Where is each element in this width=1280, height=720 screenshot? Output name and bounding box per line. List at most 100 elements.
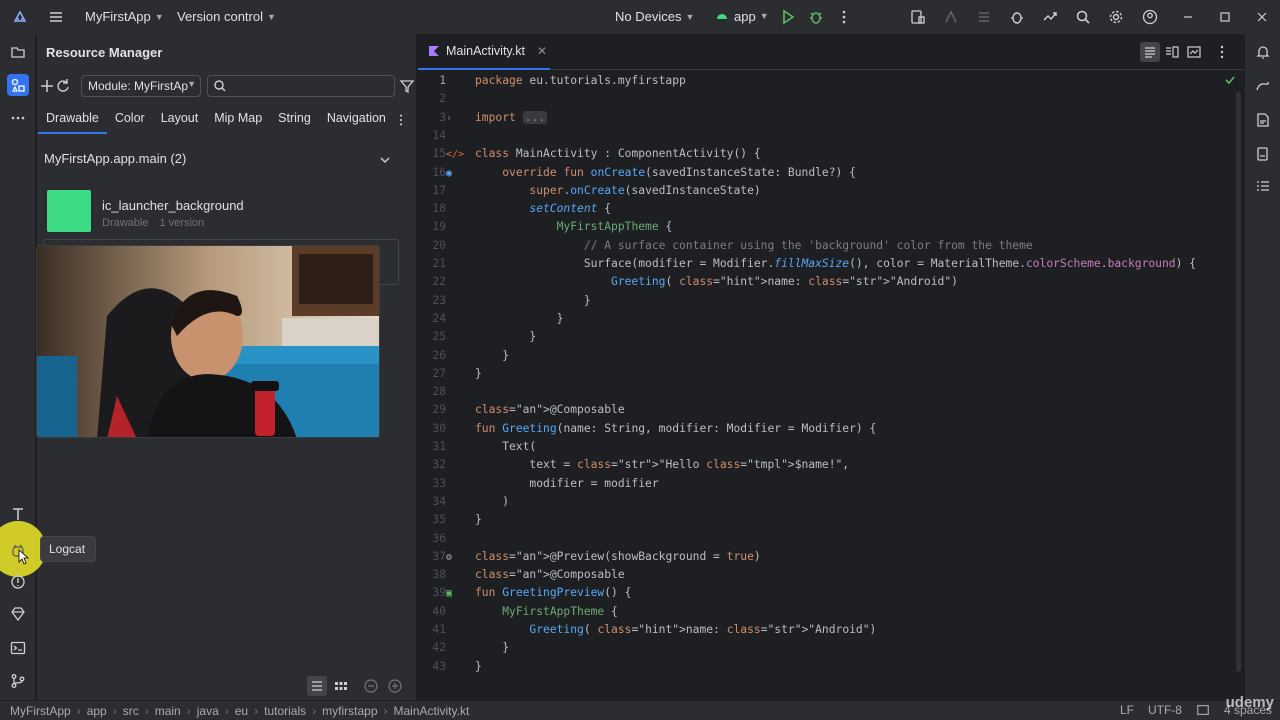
code-line[interactable]: 38 class="an">@Composable bbox=[418, 566, 1244, 584]
gutter-marker[interactable]: </> bbox=[446, 145, 466, 163]
breadcrumb-item[interactable]: tutorials bbox=[260, 704, 310, 718]
project-selector[interactable]: MyFirstApp ▼ bbox=[85, 9, 164, 24]
code-area[interactable]: 1 package eu.tutorials.myfirstapp 2 3 › impor… bbox=[418, 70, 1244, 700]
running-devices-icon[interactable] bbox=[1253, 144, 1273, 164]
debug-icon[interactable] bbox=[806, 7, 826, 27]
grid-view-icon[interactable] bbox=[331, 676, 351, 696]
code-line[interactable]: 28 bbox=[418, 383, 1244, 401]
code-line[interactable]: 14 bbox=[418, 127, 1244, 145]
code-line[interactable]: 2 bbox=[418, 90, 1244, 108]
run-icon[interactable] bbox=[778, 7, 798, 27]
vcs-selector[interactable]: Version control ▼ bbox=[177, 9, 276, 24]
device-manager-icon[interactable] bbox=[908, 7, 928, 27]
tab-string[interactable]: String bbox=[270, 106, 319, 134]
breadcrumb-item[interactable]: MainActivity.kt bbox=[390, 704, 474, 718]
breadcrumb-item[interactable]: src bbox=[119, 704, 143, 718]
code-line[interactable]: 31 Text( bbox=[418, 438, 1244, 456]
version-control-icon[interactable] bbox=[8, 671, 28, 691]
gutter-marker[interactable]: ◉ bbox=[446, 164, 466, 182]
tab-navigation[interactable]: Navigation bbox=[319, 106, 394, 134]
tab-mip-map[interactable]: Mip Map bbox=[206, 106, 270, 134]
breadcrumb-item[interactable]: app bbox=[83, 704, 111, 718]
code-line[interactable]: 23 } bbox=[418, 292, 1244, 310]
more-tools-icon[interactable] bbox=[8, 108, 28, 128]
device-file-explorer-icon[interactable] bbox=[1253, 110, 1273, 130]
code-line[interactable]: 30 fun Greeting(name: String, modifier: M… bbox=[418, 420, 1244, 438]
module-select[interactable]: Module: MyFirstAp ▼ bbox=[81, 75, 201, 97]
read-only-lock-icon[interactable] bbox=[1196, 703, 1210, 717]
breadcrumb-item[interactable]: eu bbox=[231, 704, 252, 718]
code-line[interactable]: 15 </> class MainActivity : ComponentActiv… bbox=[418, 145, 1244, 163]
code-line[interactable]: 40 MyFirstAppTheme { bbox=[418, 603, 1244, 621]
code-line[interactable]: 33 modifier = modifier bbox=[418, 475, 1244, 493]
code-line[interactable]: 27} bbox=[418, 365, 1244, 383]
gutter-marker[interactable]: › bbox=[446, 109, 466, 127]
code-line[interactable]: 41 Greeting( class="hint">name: class="s… bbox=[418, 621, 1244, 639]
notifications-bell-icon[interactable] bbox=[1253, 42, 1273, 62]
code-line[interactable]: 17 super.onCreate(savedInstanceState) bbox=[418, 182, 1244, 200]
code-view-icon[interactable] bbox=[1140, 42, 1160, 62]
close-icon[interactable] bbox=[1252, 7, 1272, 27]
code-line[interactable]: 36 bbox=[418, 530, 1244, 548]
app-quality-insights-icon[interactable] bbox=[8, 604, 28, 624]
close-tab-icon[interactable]: ✕ bbox=[537, 44, 547, 58]
filter-icon[interactable] bbox=[397, 76, 417, 96]
sync-project-icon[interactable] bbox=[1040, 7, 1060, 27]
code-line[interactable]: 18 setContent { bbox=[418, 200, 1244, 218]
apply-changes-icon[interactable] bbox=[941, 7, 961, 27]
code-line[interactable]: 21 Surface(modifier = Modifier.fillMaxSi… bbox=[418, 255, 1244, 273]
code-line[interactable]: 43} bbox=[418, 658, 1244, 676]
tab-color[interactable]: Color bbox=[107, 106, 153, 134]
code-line[interactable]: 22 Greeting( class="hint">name: class="s… bbox=[418, 273, 1244, 291]
code-line[interactable]: 16 ◉ override fun onCreate(savedInstanceS… bbox=[418, 164, 1244, 182]
project-folder-icon[interactable] bbox=[8, 42, 28, 62]
minimize-icon[interactable] bbox=[1178, 7, 1198, 27]
code-line[interactable]: 39 ▣ fun GreetingPreview() { bbox=[418, 584, 1244, 602]
resource-group-header[interactable]: MyFirstApp.app.main (2) bbox=[44, 151, 186, 166]
code-line[interactable]: 3 › import ... bbox=[418, 109, 1244, 127]
code-line[interactable]: 37 ⚙ class="an">@Preview(showBackground = … bbox=[418, 548, 1244, 566]
code-line[interactable]: 19 MyFirstAppTheme { bbox=[418, 218, 1244, 236]
editor-options-icon[interactable] bbox=[1212, 42, 1232, 62]
structure-icon[interactable] bbox=[1253, 176, 1273, 196]
code-line[interactable]: 35} bbox=[418, 511, 1244, 529]
code-line[interactable]: 1 package eu.tutorials.myfirstapp bbox=[418, 72, 1244, 90]
attach-debugger-icon[interactable] bbox=[1007, 7, 1027, 27]
resource-manager-icon[interactable] bbox=[7, 74, 29, 96]
line-separator-widget[interactable]: LF bbox=[1120, 703, 1134, 717]
breadcrumb-item[interactable]: main bbox=[151, 704, 185, 718]
more-tabs-icon[interactable] bbox=[394, 110, 408, 130]
code-line[interactable]: 32 text = class="str">"Hello class="tmpl… bbox=[418, 456, 1244, 474]
gradle-icon[interactable] bbox=[1253, 76, 1273, 96]
encoding-widget[interactable]: UTF-8 bbox=[1148, 703, 1182, 717]
list-view-icon[interactable] bbox=[307, 676, 327, 696]
breadcrumb-item[interactable]: myfirstapp bbox=[318, 704, 381, 718]
chevron-down-icon[interactable] bbox=[375, 150, 395, 170]
gutter-marker[interactable]: ▣ bbox=[446, 584, 466, 602]
run-config-selector[interactable]: app ▼ bbox=[714, 8, 769, 24]
apply-code-changes-icon[interactable] bbox=[974, 7, 994, 27]
code-line[interactable]: 26 } bbox=[418, 347, 1244, 365]
search-icon[interactable] bbox=[1073, 7, 1093, 27]
code-line[interactable]: 34 ) bbox=[418, 493, 1244, 511]
account-icon[interactable] bbox=[1140, 7, 1160, 27]
tab-drawable[interactable]: Drawable bbox=[38, 106, 107, 134]
settings-gear-icon[interactable] bbox=[1106, 7, 1126, 27]
maximize-icon[interactable] bbox=[1215, 7, 1235, 27]
refresh-icon[interactable] bbox=[53, 76, 73, 96]
resource-search-input[interactable] bbox=[207, 75, 395, 97]
device-selector[interactable]: No Devices ▼ bbox=[615, 9, 694, 24]
code-line[interactable]: 42 } bbox=[418, 639, 1244, 657]
code-line[interactable]: 24 } bbox=[418, 310, 1244, 328]
breadcrumb-item[interactable]: java bbox=[193, 704, 223, 718]
code-line[interactable]: 20 // A surface container using the 'bac… bbox=[418, 237, 1244, 255]
gutter-marker[interactable]: ⚙ bbox=[446, 548, 466, 566]
code-line[interactable]: 25 } bbox=[418, 328, 1244, 346]
zoom-in-icon[interactable] bbox=[385, 676, 405, 696]
split-view-icon[interactable] bbox=[1162, 42, 1182, 62]
tab-main-activity[interactable]: MainActivity.kt ✕ bbox=[418, 34, 550, 70]
breadcrumb-item[interactable]: MyFirstApp bbox=[6, 704, 75, 718]
resource-item[interactable]: ic_launcher_background Drawable 1 versio… bbox=[47, 190, 397, 234]
zoom-out-icon[interactable] bbox=[361, 676, 381, 696]
main-menu-icon[interactable] bbox=[46, 7, 66, 27]
